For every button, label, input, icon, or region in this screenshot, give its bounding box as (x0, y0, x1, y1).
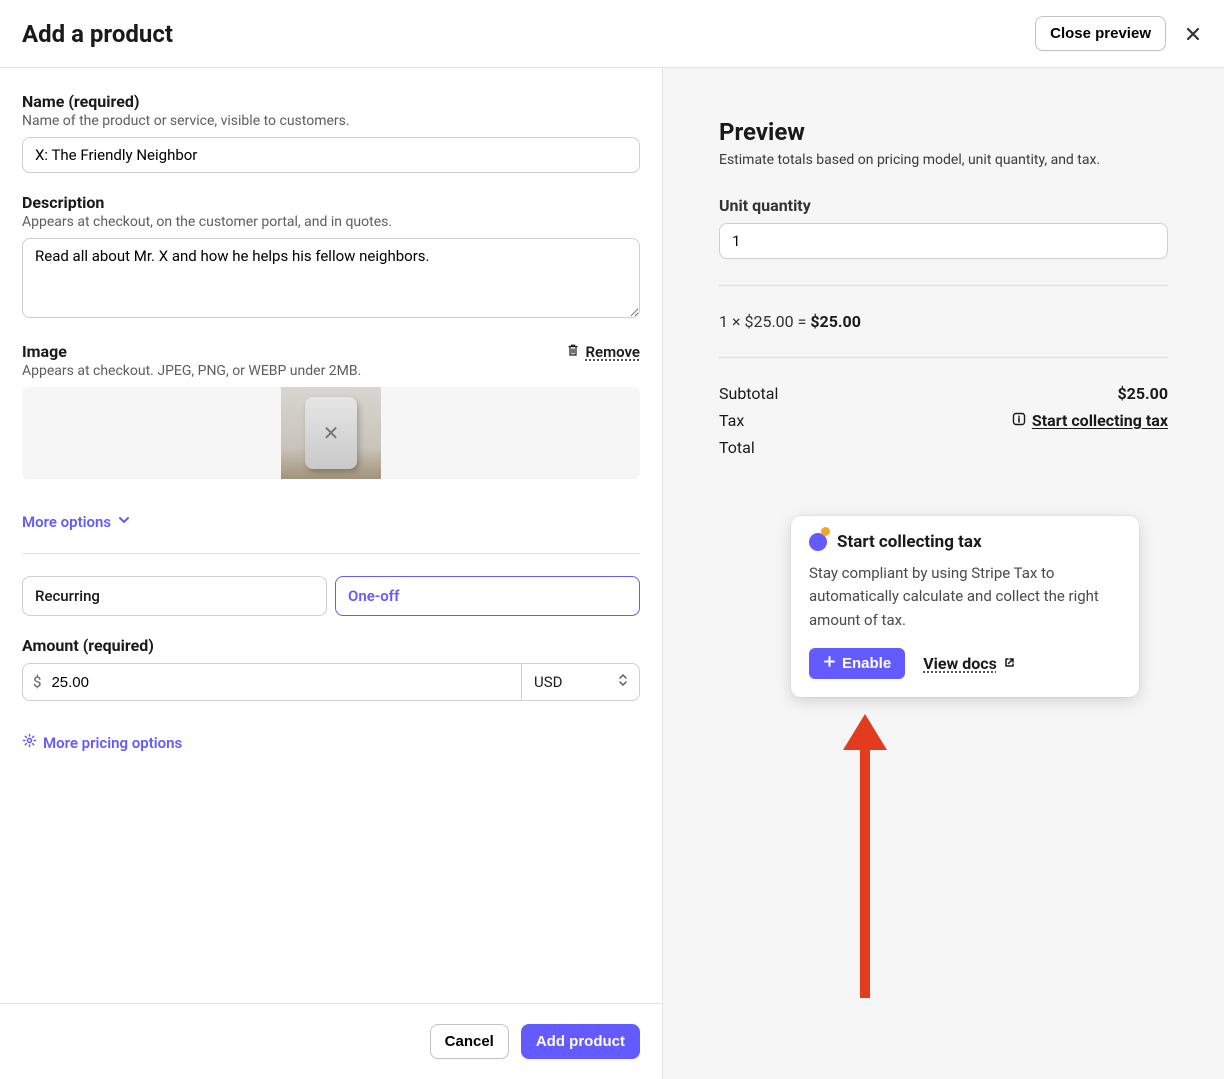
remove-image-button[interactable]: Remove (566, 343, 641, 361)
image-field-group: Image Remove Appears at checkout. JPEG, … (22, 342, 640, 479)
chevron-down-icon (117, 513, 131, 531)
tax-row: Tax Start collecting tax (719, 411, 1168, 430)
description-field-group: Description Appears at checkout, on the … (22, 193, 640, 322)
name-input[interactable] (22, 137, 640, 173)
more-options-toggle[interactable]: More options (22, 513, 131, 531)
pricing-type-selector: Recurring One-off (22, 576, 640, 616)
unit-quantity-input[interactable] (719, 223, 1168, 259)
name-field-group: Name (required) Name of the product or s… (22, 92, 640, 173)
description-help: Appears at checkout, on the customer por… (22, 214, 640, 230)
form-footer: Cancel Add product (0, 1003, 662, 1079)
preview-title: Preview (719, 118, 1168, 146)
page-header: Add a product Close preview (0, 0, 1224, 68)
amount-input[interactable] (51, 664, 521, 700)
gear-icon (22, 733, 37, 752)
add-product-button[interactable]: Add product (521, 1024, 640, 1059)
image-preview[interactable]: ✕ (22, 387, 640, 479)
currency-symbol: $ (23, 664, 51, 700)
start-collecting-tax-link[interactable]: Start collecting tax (1012, 411, 1168, 430)
preview-help: Estimate totals based on pricing model, … (719, 152, 1168, 168)
subtotal-row: Subtotal $25.00 (719, 384, 1168, 403)
popover-body: Stay compliant by using Stripe Tax to au… (809, 562, 1121, 632)
product-image: ✕ (281, 387, 381, 479)
name-help: Name of the product or service, visible … (22, 113, 640, 129)
popover-title: Start collecting tax (837, 532, 982, 552)
close-icon[interactable] (1184, 25, 1202, 43)
trash-icon (566, 343, 580, 361)
amount-field-group: Amount (required) $ USD (22, 636, 640, 701)
tax-popover: Start collecting tax Stay compliant by u… (791, 516, 1139, 697)
image-help: Appears at checkout. JPEG, PNG, or WEBP … (22, 363, 640, 379)
description-input[interactable] (22, 238, 640, 318)
page-title: Add a product (22, 20, 173, 48)
tax-icon (809, 533, 827, 551)
pricing-oneoff-option[interactable]: One-off (335, 576, 640, 616)
close-preview-button[interactable]: Close preview (1035, 16, 1166, 51)
view-docs-link[interactable]: View docs (923, 654, 1016, 673)
pricing-recurring-option[interactable]: Recurring (22, 576, 327, 616)
cancel-button[interactable]: Cancel (430, 1024, 509, 1059)
enable-tax-button[interactable]: Enable (809, 648, 905, 679)
external-link-icon (1003, 654, 1016, 673)
calculation-line: 1 × $25.00 = $25.00 (719, 312, 1168, 331)
more-pricing-options-button[interactable]: More pricing options (22, 733, 182, 752)
plus-icon (823, 655, 836, 672)
info-icon (1012, 411, 1026, 430)
form-panel: Name (required) Name of the product or s… (0, 68, 663, 1079)
currency-select[interactable]: USD (521, 664, 639, 700)
select-updown-icon (617, 672, 629, 692)
annotation-arrow (833, 708, 903, 1008)
preview-panel: Preview Estimate totals based on pricing… (663, 68, 1224, 1079)
amount-label: Amount (required) (22, 636, 640, 655)
unit-quantity-label: Unit quantity (719, 196, 1168, 215)
name-label: Name (required) (22, 92, 640, 111)
total-row: Total (719, 438, 1168, 457)
description-label: Description (22, 193, 640, 212)
image-label: Image (22, 342, 67, 361)
